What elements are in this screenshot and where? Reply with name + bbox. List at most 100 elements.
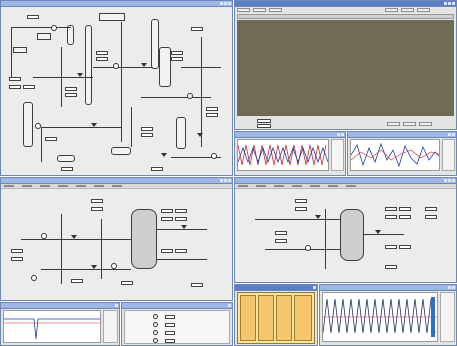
window-titlebar[interactable] [348,132,456,138]
value-tag[interactable] [11,257,23,261]
toolbar-button[interactable] [269,8,282,12]
controller-bubble-icon[interactable] [211,153,217,159]
maximize-icon[interactable] [224,179,227,182]
value-tag[interactable] [23,85,35,89]
trend-plot[interactable] [3,310,101,343]
value-tag[interactable] [141,127,153,131]
controller-bubble-icon[interactable] [153,314,158,319]
value-tag[interactable] [165,339,175,343]
value-tag[interactable] [161,249,173,253]
controller-bubble-icon[interactable] [31,275,37,281]
tab[interactable] [274,185,284,187]
controller-bubble-icon[interactable] [305,245,311,251]
value-tag[interactable] [65,87,77,91]
toolbar-button[interactable] [385,8,398,12]
value-tag[interactable] [151,167,163,171]
value-tag[interactable] [385,207,397,211]
close-icon[interactable] [452,133,455,136]
column-vessel[interactable] [159,47,171,87]
tab[interactable] [112,185,122,187]
close-icon[interactable] [228,179,231,182]
control-valve-icon[interactable] [197,133,203,137]
alarm-list-area[interactable] [237,20,454,116]
maximize-icon[interactable] [448,179,451,182]
value-tag[interactable] [65,93,77,97]
tab[interactable] [328,185,338,187]
close-icon[interactable] [228,2,231,5]
toolbar-button[interactable] [419,122,432,126]
window-titlebar[interactable] [235,285,317,291]
value-tag[interactable] [161,217,173,221]
controller-bubble-icon[interactable] [187,93,193,99]
value-tag[interactable] [96,57,108,61]
tab[interactable] [76,185,86,187]
window-titlebar[interactable] [320,285,456,291]
toolbar-button[interactable] [401,8,414,12]
minimize-icon[interactable] [220,179,223,182]
column-vessel[interactable] [85,25,92,105]
value-tag[interactable] [96,51,108,55]
column-vessel[interactable] [176,117,186,149]
window-titlebar[interactable] [122,303,232,309]
toolbar-button[interactable] [403,122,416,126]
controller-bubble-icon[interactable] [51,25,57,31]
value-tag[interactable] [399,245,411,249]
minimize-icon[interactable] [448,133,451,136]
toolbar-button[interactable] [417,8,430,12]
heat-exchanger[interactable] [37,33,51,40]
control-valve-icon[interactable] [141,63,147,67]
faceplate-cell[interactable] [258,295,274,341]
control-valve-icon[interactable] [315,215,321,219]
control-valve-icon[interactable] [77,73,83,77]
close-icon[interactable] [228,304,231,307]
value-tag[interactable] [141,133,153,137]
tab[interactable] [94,185,104,187]
control-valve-icon[interactable] [91,123,97,127]
value-tag[interactable] [295,207,307,211]
value-tag[interactable] [165,331,175,335]
close-icon[interactable] [452,286,455,289]
control-valve-icon[interactable] [71,235,77,239]
heat-exchanger[interactable] [13,47,27,53]
value-tag[interactable] [385,215,397,219]
value-tag[interactable] [275,239,287,243]
value-tag[interactable] [399,207,411,211]
faceplate-cell[interactable] [276,295,292,341]
column-vessel[interactable] [23,102,33,147]
tab[interactable] [22,185,32,187]
controller-bubble-icon[interactable] [35,123,41,129]
close-icon[interactable] [115,304,118,307]
value-tag[interactable] [165,315,175,319]
drum-vessel[interactable] [111,147,131,155]
tab[interactable] [346,185,356,187]
toolbar-button[interactable] [253,8,266,12]
minimize-icon[interactable] [444,179,447,182]
minimize-icon[interactable] [337,133,340,136]
controller-bubble-icon[interactable] [113,63,119,69]
maximize-icon[interactable] [224,2,227,5]
value-tag[interactable] [206,113,218,117]
close-icon[interactable] [452,2,455,5]
value-tag[interactable] [61,167,73,171]
value-tag[interactable] [165,323,175,327]
reactor-vessel[interactable] [131,209,157,269]
value-tag[interactable] [399,215,411,219]
controller-bubble-icon[interactable] [111,263,117,269]
tab[interactable] [4,185,14,187]
value-tag[interactable] [161,209,173,213]
value-tag[interactable] [175,209,187,213]
value-tag[interactable] [425,207,437,211]
tab[interactable] [256,185,266,187]
value-tag[interactable] [206,107,218,111]
controller-bubble-icon[interactable] [41,233,47,239]
close-icon[interactable] [341,133,344,136]
trend-plot[interactable] [350,139,440,171]
window-titlebar[interactable] [1,303,119,309]
window-titlebar[interactable] [235,1,456,7]
minimize-icon[interactable] [220,2,223,5]
value-tag[interactable] [191,283,203,287]
value-tag[interactable] [175,249,187,253]
value-tag[interactable] [171,57,183,61]
column-vessel[interactable] [67,25,74,45]
control-valve-icon[interactable] [161,153,167,157]
